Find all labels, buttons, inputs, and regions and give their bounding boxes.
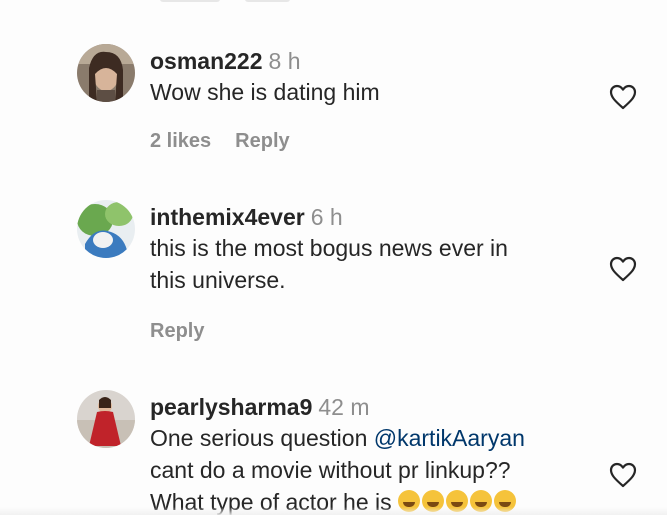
comment-item: inthemix4ever 6 h this is the most bogus …	[0, 198, 667, 358]
cut-off-previous-comment	[150, 0, 310, 6]
comment-time: 8 h	[268, 48, 301, 74]
comment-text: this is the most bogus news ever in this…	[150, 232, 587, 296]
avatar[interactable]	[77, 44, 135, 102]
comment-item: pearlysharma9 42 m One serious question @…	[0, 388, 667, 515]
comment-time: 42 m	[318, 394, 370, 420]
comment-item: osman222 8 h Wow she is dating him 2 like…	[0, 40, 667, 170]
bottom-edge	[0, 507, 667, 515]
avatar[interactable]	[77, 200, 135, 258]
comment-username[interactable]: osman222	[150, 48, 263, 74]
comment-text: Wow she is dating him	[150, 79, 380, 105]
like-heart-icon[interactable]	[609, 256, 637, 282]
comment-text-line: this is the most bogus news ever in	[150, 235, 508, 261]
comment-username[interactable]: pearlysharma9	[150, 394, 312, 420]
avatar[interactable]	[77, 390, 135, 448]
reply-button[interactable]: Reply	[150, 320, 204, 342]
user-mention-link[interactable]: @kartikAaryan	[374, 425, 525, 451]
likes-count[interactable]: 2 likes	[150, 130, 211, 152]
comment-text-line: this universe.	[150, 267, 286, 293]
comment-text-line: cant do a movie without pr linkup??	[150, 457, 511, 483]
like-heart-icon[interactable]	[609, 462, 637, 488]
comment-text: One serious question @kartikAaryan cant …	[150, 422, 587, 515]
comment-time: 6 h	[310, 204, 343, 230]
like-heart-icon[interactable]	[609, 84, 637, 110]
reply-button[interactable]: Reply	[235, 130, 289, 152]
comment-text-line: One serious question @kartikAaryan	[150, 422, 587, 454]
comment-text-segment: One serious question	[150, 425, 374, 451]
comments-screen: osman222 8 h Wow she is dating him 2 like…	[0, 0, 667, 515]
comment-username[interactable]: inthemix4ever	[150, 204, 305, 230]
